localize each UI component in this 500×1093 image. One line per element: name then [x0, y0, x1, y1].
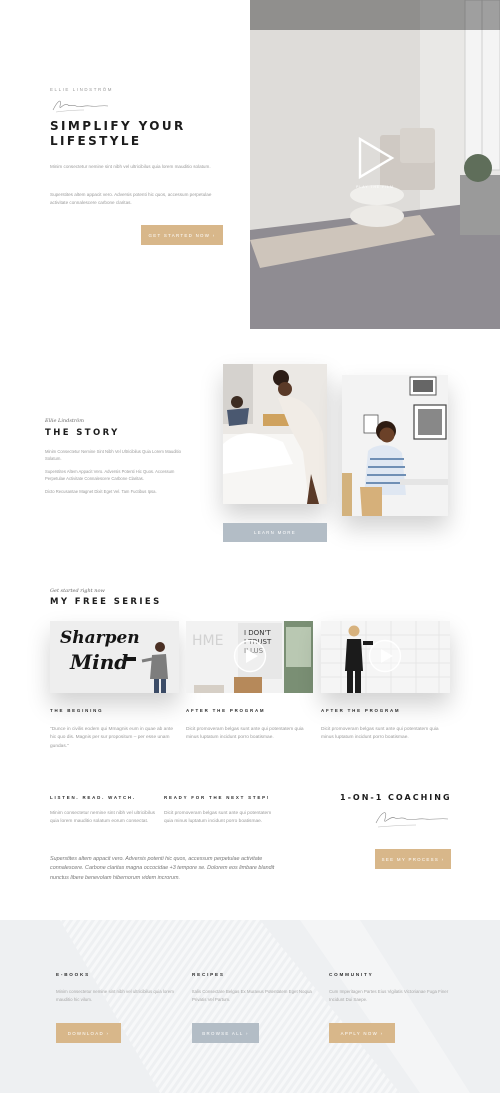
signature-icon: [370, 807, 450, 831]
svg-text:Sharpen: Sharpen: [60, 628, 140, 648]
video-caption: PLAY THE FILM: [356, 185, 394, 189]
apply-now-button[interactable]: APPLY NOW ›: [329, 1023, 395, 1043]
footer-recipes-title: RECIPES: [192, 972, 225, 977]
get-started-button[interactable]: GET STARTED NOW ›: [141, 225, 223, 245]
play-icon[interactable]: [368, 639, 402, 673]
ready-text: Dicit promoveram belgas sunt ante qui po…: [164, 811, 272, 825]
quote-text: Superstites altem appacit vero. Adversis…: [50, 856, 275, 881]
series-item-3-title: AFTER THE PROGRAM: [321, 708, 401, 713]
svg-text:HME: HME: [192, 633, 223, 649]
page: ELLIE LINDSTRÖM SIMPLIFY YOUR LIFESTYLE …: [0, 0, 500, 1093]
play-icon[interactable]: [233, 639, 267, 673]
series-image-1[interactable]: Sharpen Mind: [50, 621, 179, 693]
svg-text:Mind: Mind: [69, 650, 128, 674]
footer-section: [0, 920, 500, 1093]
footer-recipes-text: Italis Consectare Belgas Ex Muravus Pote…: [192, 989, 312, 1002]
footer-community-text: Cum Imperitagen Partes Eius Vigilatis Vi…: [329, 989, 449, 1002]
series-item-1-title: THE BEGINING: [50, 708, 104, 713]
story-paragraph-2: Superstites Altem Appacit Vero. Adversis…: [45, 469, 175, 482]
series-title: MY FREE SERIES: [50, 597, 162, 607]
listen-title: LISTEN. READ. WATCH.: [50, 795, 136, 800]
coaching-title: 1-ON-1 COACHING: [340, 793, 452, 802]
story-image-desk: [342, 375, 448, 516]
learn-more-button[interactable]: LEARN MORE: [223, 523, 327, 542]
footer-light-pattern: [60, 920, 470, 1093]
series-script: Get started right now: [50, 588, 105, 594]
hero-video[interactable]: PLAY THE FILM: [250, 0, 500, 329]
story-script: Ellie Lindström: [45, 418, 85, 424]
see-my-process-button[interactable]: SEE MY PROCESS ›: [375, 849, 451, 869]
hero-title-line1: SIMPLIFY YOUR: [50, 119, 186, 133]
ready-title: READY FOR THE NEXT STEP!: [164, 795, 271, 800]
series-image-2[interactable]: HME I DON'T I TRUST ILLUS: [186, 621, 313, 693]
hero-eyebrow: ELLIE LINDSTRÖM: [50, 87, 114, 92]
svg-text:I DON'T: I DON'T: [244, 629, 271, 637]
series-item-2-text: Dicit promoveram belgas sunt ante qui po…: [186, 727, 304, 741]
story-paragraph-3: Dicto Recusantae Magnet Dixit Eget Vel. …: [45, 489, 157, 494]
hero-title: SIMPLIFY YOUR LIFESTYLE: [50, 119, 186, 149]
story-image-bedroom: [223, 364, 327, 504]
footer-community-title: COMMUNITY: [329, 972, 374, 977]
story-paragraph-1: Minim Consectetur Nemine Sint Nibh Vel U…: [45, 449, 181, 462]
signature-icon: [50, 96, 110, 116]
hero-paragraph-2: Superstites altem appacit vero. Adversis…: [50, 192, 212, 206]
series-item-1-text: "Dunce in civilis eodem qui Mmagnis eum …: [50, 727, 174, 749]
hero-title-line2: LIFESTYLE: [50, 134, 142, 148]
play-icon[interactable]: [357, 137, 395, 179]
story-title: THE STORY: [45, 428, 120, 438]
download-button[interactable]: DOWNLOAD ›: [56, 1023, 121, 1043]
hero-paragraph-1: Minim consectetur nemine sint nibh vel u…: [50, 164, 211, 169]
footer-ebooks-text: Minim consectetur nemine sint nibh vel u…: [56, 989, 174, 1002]
series-image-3[interactable]: [321, 621, 450, 693]
listen-text: Minim consectetur nemine sint nibh vel u…: [50, 811, 156, 825]
browse-all-button[interactable]: BROWSE ALL ›: [192, 1023, 259, 1043]
footer-ebooks-title: E-BOOKS: [56, 972, 91, 977]
series-item-3-text: Dicit promoveram belgas sunt ante qui po…: [321, 727, 439, 741]
series-item-2-title: AFTER THE PROGRAM: [186, 708, 266, 713]
